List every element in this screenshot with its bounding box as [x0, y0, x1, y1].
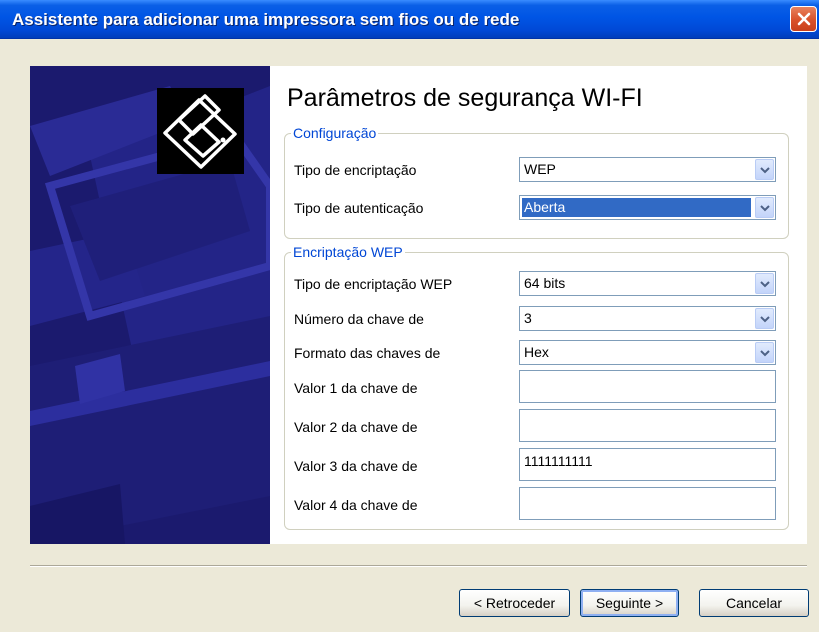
encryption-type-dropdown-button[interactable]: [755, 159, 774, 180]
chevron-down-icon: [760, 205, 770, 212]
close-icon: [797, 12, 811, 26]
key-number-value: 3: [524, 310, 532, 326]
page-title: Parâmetros de segurança WI-FI: [287, 84, 643, 112]
wizard-content: Parâmetros de segurança WI-FI Configuraç…: [30, 66, 807, 544]
printer-icon: [163, 94, 237, 169]
key-value-4-input[interactable]: [519, 487, 776, 520]
key-format-dropdown-button[interactable]: [755, 342, 774, 363]
key-format-value: Hex: [524, 344, 549, 360]
chevron-down-icon: [760, 316, 770, 323]
encryption-type-value: WEP: [524, 161, 556, 177]
key-value-4-label: Valor 4 da chave de: [294, 497, 418, 513]
printer-logo: [157, 88, 244, 174]
next-button[interactable]: Seguinte >: [580, 589, 679, 617]
authentication-type-label: Tipo de autenticação: [294, 200, 424, 216]
key-number-select[interactable]: 3: [519, 306, 776, 331]
key-value-1-label: Valor 1 da chave de: [294, 380, 418, 396]
key-value-2-label: Valor 2 da chave de: [294, 419, 418, 435]
wizard-side-banner: [30, 66, 270, 544]
close-button[interactable]: [790, 6, 817, 32]
window-title: Assistente para adicionar uma impressora…: [12, 10, 520, 29]
wep-encryption-legend: Encriptação WEP: [293, 244, 403, 260]
chevron-down-icon: [760, 350, 770, 357]
footer-separator: [30, 565, 807, 567]
key-number-label: Número da chave de: [294, 311, 424, 327]
key-value-1-input[interactable]: [519, 370, 776, 403]
cancel-button[interactable]: Cancelar: [699, 589, 809, 617]
key-number-dropdown-button[interactable]: [755, 308, 774, 329]
authentication-type-value: Aberta: [522, 198, 751, 217]
chevron-down-icon: [760, 281, 770, 288]
encryption-type-label: Tipo de encriptação: [294, 162, 417, 178]
back-button[interactable]: < Retroceder: [459, 589, 570, 617]
key-value-3-label: Valor 3 da chave de: [294, 458, 418, 474]
authentication-type-dropdown-button[interactable]: [755, 197, 774, 218]
authentication-type-select[interactable]: Aberta: [519, 195, 776, 220]
key-format-select[interactable]: Hex: [519, 340, 776, 365]
configuration-group: Configuração: [284, 125, 789, 239]
wep-encryption-type-label: Tipo de encriptação WEP: [294, 276, 453, 292]
wep-encryption-type-value: 64 bits: [524, 275, 566, 291]
wizard-window: Assistente para adicionar uma impressora…: [0, 0, 819, 632]
key-format-label: Formato das chaves de: [294, 345, 441, 361]
wep-encryption-type-select[interactable]: 64 bits: [519, 271, 776, 296]
key-value-3-input[interactable]: [519, 448, 776, 481]
configuration-legend: Configuração: [293, 125, 377, 141]
wep-encryption-type-dropdown-button[interactable]: [755, 273, 774, 294]
key-value-2-input[interactable]: [519, 409, 776, 442]
encryption-type-select[interactable]: WEP: [519, 157, 776, 182]
title-bar[interactable]: Assistente para adicionar uma impressora…: [0, 0, 819, 39]
chevron-down-icon: [760, 167, 770, 174]
